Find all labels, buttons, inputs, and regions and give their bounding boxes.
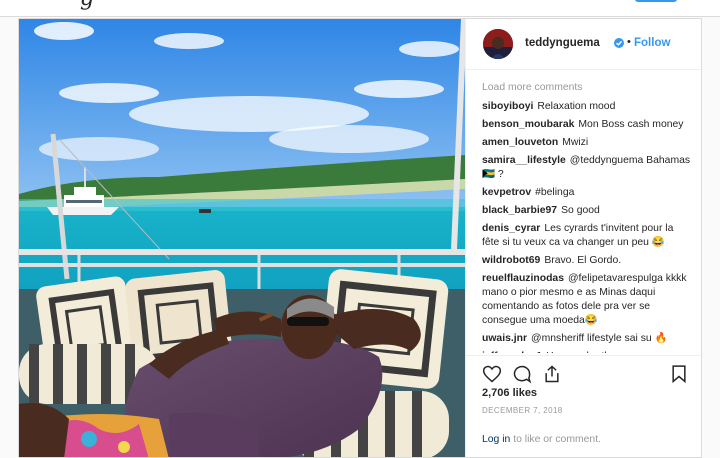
comment-username[interactable]: samira__lifestyle [482, 155, 566, 166]
comment-text: So good [561, 205, 600, 216]
comment-item: kevpetrov #belinga [482, 186, 692, 200]
post-photo[interactable] [19, 19, 465, 457]
comment-username[interactable]: denis_cyrar [482, 223, 540, 234]
comment-username[interactable]: amen_louveton [482, 137, 558, 148]
comment-text: How my brother [546, 351, 619, 353]
comment-username[interactable]: siboyiboyi [482, 101, 533, 112]
comment-item: uwais.jnr @mnsheriff lifestyle sai su 🔥 [482, 332, 692, 346]
comment-item: reuelflauzinodas @felipetavarespulga kkkk… [482, 272, 692, 328]
comment-username[interactable]: wildrobot69 [482, 255, 540, 266]
load-more-comments-link[interactable]: Load more comments [482, 81, 692, 95]
verified-badge-icon [614, 38, 624, 48]
comment-mention-link[interactable]: @felipetavarespulga [568, 273, 663, 284]
post-side-panel: teddynguema • Follow Load more comments … [465, 19, 701, 457]
comment-text: Mwizi [562, 137, 589, 148]
comments-list: Load more comments siboyiboyi Relaxation … [482, 81, 692, 353]
comment-item: wildrobot69 Bravo. El Gordo. [482, 254, 692, 268]
comment-item: jeffrawsleo1 How my brother [482, 350, 692, 353]
avatar[interactable] [483, 29, 513, 59]
heart-icon[interactable] [482, 364, 502, 384]
comment-username[interactable]: jeffrawsleo1 [482, 351, 542, 353]
comment-text: Relaxation mood [537, 101, 616, 112]
top-login-button[interactable] [635, 0, 677, 2]
comment-username[interactable]: reuelflauzinodas [482, 273, 564, 284]
comment-item: benson_moubarak Mon Boss cash money [482, 118, 692, 132]
comment-username[interactable]: black_barbie97 [482, 205, 557, 216]
avatar-photo [483, 29, 513, 59]
post-card: teddynguema • Follow Load more comments … [18, 18, 702, 458]
comment-text: Bravo. El Gordo. [544, 255, 622, 266]
share-icon[interactable] [542, 364, 562, 384]
comment-item: samira__lifestyle @teddynguema Bahamas 🇧🇸… [482, 154, 692, 182]
comment-item: amen_louveton Mwizi [482, 136, 692, 150]
follow-button[interactable]: Follow [634, 37, 670, 49]
separator-dot: • [627, 36, 631, 48]
post-header: teddynguema • Follow [466, 19, 701, 70]
top-navigation-bar: g [0, 0, 720, 17]
comment-mention-link[interactable]: @teddynguema [570, 155, 644, 166]
post-actions-bar [466, 355, 701, 386]
instagram-logo[interactable]: g [80, 0, 94, 11]
comment-item: black_barbie97 So good [482, 204, 692, 218]
comment-username[interactable]: benson_moubarak [482, 119, 574, 130]
comment-mention-link[interactable]: #belinga [535, 187, 574, 198]
comment-mention-link[interactable]: @mnsheriff [531, 333, 584, 344]
comment-item: denis_cyrar Les cyrards t'invitent pour l… [482, 222, 692, 250]
post-date: DECEMBER 7, 2018 [482, 406, 563, 415]
post-username[interactable]: teddynguema [525, 37, 600, 49]
comment-item: siboyiboyi Relaxation mood [482, 100, 692, 114]
comment-username[interactable]: uwais.jnr [482, 333, 527, 344]
comment-username[interactable]: kevpetrov [482, 187, 531, 198]
likes-count[interactable]: 2,706 likes [482, 387, 537, 399]
comment-text: Mon Boss cash money [578, 119, 684, 130]
comment-bubble-icon[interactable] [512, 364, 532, 384]
comment-text: lifestyle sai su 🔥 [584, 333, 668, 344]
photo-illustration [19, 19, 465, 457]
bookmark-icon[interactable] [669, 364, 689, 384]
